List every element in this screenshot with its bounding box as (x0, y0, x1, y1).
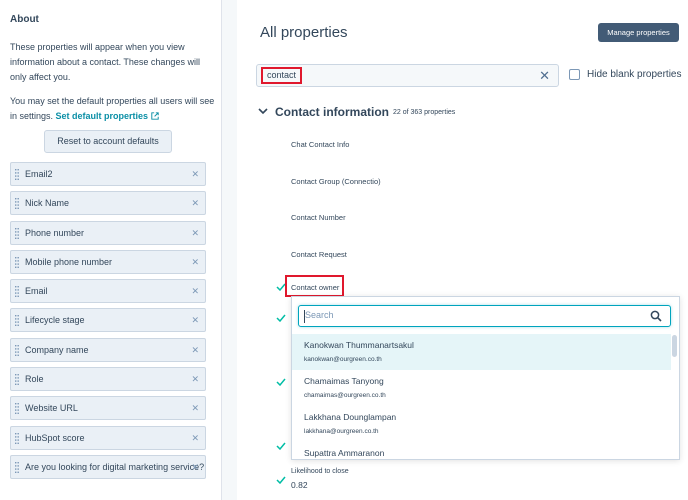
check-icon (276, 476, 286, 484)
property-label: Are you looking for digital marketing se… (25, 461, 205, 472)
search-value: contact (261, 67, 303, 84)
about-sidebar: About These properties will appear when … (0, 0, 222, 500)
about-title: About (10, 14, 39, 25)
drag-handle-icon[interactable] (15, 286, 19, 298)
owner-email: kanokwan@ourgreen.co.th (304, 356, 382, 363)
drag-handle-icon[interactable] (15, 169, 19, 180)
property-item[interactable]: Email ✕ (10, 279, 206, 304)
panel-divider (222, 0, 237, 500)
owner-name: Lakkhana Dounglampan (304, 412, 397, 422)
likelihood-value[interactable]: 0.82 (291, 480, 308, 490)
drag-handle-icon[interactable] (15, 227, 19, 239)
property-item[interactable]: Website URL ✕ (10, 396, 206, 421)
property-item[interactable]: Role ✕ (10, 367, 206, 392)
remove-icon[interactable]: ✕ (191, 456, 199, 478)
property-label: Nick Name (25, 198, 70, 209)
property-item[interactable]: Company name ✕ (10, 337, 206, 362)
remove-icon[interactable]: ✕ (191, 222, 199, 244)
property-item[interactable]: Are you looking for digital marketing se… (10, 454, 206, 479)
about-default-note: You may set the default properties all u… (10, 94, 215, 124)
field-label[interactable]: Contact Request (291, 250, 347, 259)
hide-blank-checkbox[interactable] (569, 69, 580, 80)
remove-icon[interactable]: ✕ (191, 163, 199, 185)
property-item[interactable]: Mobile phone number ✕ (10, 249, 206, 274)
check-icon (276, 314, 286, 322)
field-label[interactable]: Chat Contact Info (291, 140, 349, 149)
drag-handle-icon[interactable] (15, 461, 19, 473)
owner-search-input[interactable]: Search (298, 305, 671, 327)
remove-icon[interactable]: ✕ (191, 427, 199, 449)
field-label[interactable]: Contact Group (Connectio) (291, 177, 381, 186)
search-icon[interactable] (650, 310, 662, 322)
owner-option[interactable]: Supattra Ammaranon (292, 442, 671, 459)
remove-icon[interactable]: ✕ (191, 368, 199, 390)
set-default-properties-link[interactable]: Set default properties (56, 111, 159, 121)
drag-handle-icon[interactable] (15, 198, 19, 210)
remove-icon[interactable]: ✕ (191, 339, 199, 361)
chevron-down-icon[interactable] (258, 107, 268, 115)
owner-name: Kanokwan Thummanartsakul (304, 340, 414, 350)
owner-search-placeholder: Search (305, 310, 334, 320)
owner-option[interactable]: Chamaimas Tanyong chamaimas@ourgreen.co.… (292, 370, 671, 406)
property-label: Website URL (25, 403, 78, 414)
property-label: Phone number (25, 227, 85, 238)
manage-properties-button[interactable]: Manage properties (598, 23, 679, 42)
property-list: Email2 ✕ Nick Name ✕ Phone number ✕ Mobile … (10, 162, 206, 484)
property-item[interactable]: Nick Name ✕ (10, 191, 206, 216)
property-label: Role (25, 374, 44, 385)
section-count: 22 of 363 properties (393, 109, 456, 116)
about-description: These properties will appear when you vi… (10, 42, 200, 82)
owner-email: chamaimas@ourgreen.co.th (304, 392, 386, 399)
property-item[interactable]: Lifecycle stage ✕ (10, 308, 206, 333)
page-title: All properties (260, 24, 348, 41)
dropdown-scrollbar[interactable] (672, 335, 677, 357)
clear-search-icon[interactable]: ✕ (539, 68, 550, 84)
field-label[interactable]: Contact Number (291, 213, 346, 222)
owner-name: Supattra Ammaranon (304, 448, 385, 458)
likelihood-label: Likelihood to close (291, 468, 349, 475)
reset-to-defaults-button[interactable]: Reset to account defaults (44, 130, 172, 153)
property-label: Lifecycle stage (25, 315, 85, 326)
drag-handle-icon[interactable] (15, 432, 19, 444)
highlight-box (285, 275, 344, 297)
owner-option[interactable]: Lakkhana Dounglampan lakkhana@ourgreen.c… (292, 406, 671, 442)
property-label: Email (25, 286, 48, 297)
hide-blank-label[interactable]: Hide blank properties (587, 69, 682, 80)
property-item[interactable]: Email2 ✕ (10, 162, 206, 186)
remove-icon[interactable]: ✕ (191, 192, 199, 214)
property-item[interactable]: HubSpot score ✕ (10, 425, 206, 450)
property-label: Email2 (25, 169, 53, 179)
property-item[interactable]: Phone number ✕ (10, 220, 206, 245)
drag-handle-icon[interactable] (15, 256, 19, 268)
remove-icon[interactable]: ✕ (191, 309, 199, 331)
external-link-icon (150, 112, 159, 120)
drag-handle-icon[interactable] (15, 374, 19, 386)
contact-owner-dropdown: Search Kanokwan Thummanartsakul kanokwan… (291, 296, 680, 460)
drag-handle-icon[interactable] (15, 344, 19, 356)
section-title[interactable]: Contact information (275, 105, 389, 119)
drag-handle-icon[interactable] (15, 403, 19, 415)
check-icon (276, 378, 286, 386)
drag-handle-icon[interactable] (15, 315, 19, 327)
property-label: HubSpot score (25, 432, 85, 443)
remove-icon[interactable]: ✕ (191, 251, 199, 273)
property-search-input[interactable]: contact ✕ (256, 64, 559, 87)
check-icon (276, 442, 286, 450)
property-label: Mobile phone number (25, 256, 113, 267)
property-label: Company name (25, 344, 89, 355)
owner-name: Chamaimas Tanyong (304, 376, 384, 386)
remove-icon[interactable]: ✕ (191, 397, 199, 419)
remove-icon[interactable]: ✕ (191, 280, 199, 302)
owner-email: lakkhana@ourgreen.co.th (304, 428, 379, 435)
owner-option[interactable]: Kanokwan Thummanartsakul kanokwan@ourgre… (292, 334, 671, 370)
